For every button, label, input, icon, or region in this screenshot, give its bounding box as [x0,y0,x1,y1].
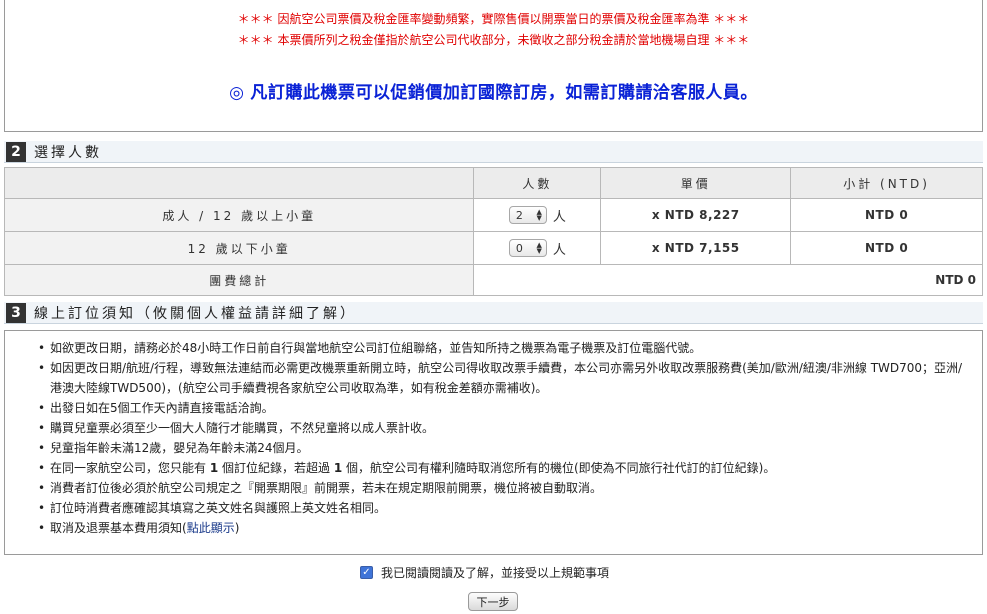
total-label: 團費總計 [3,264,475,296]
section-title: 選擇人數 [34,144,102,161]
qty-unit-label: 人 [552,242,566,258]
rule-count: 1 [333,461,343,475]
child-quantity-select[interactable]: 0 ▲ ▼ [508,239,547,257]
section-number: 2 [6,141,26,162]
show-cancel-fees-link[interactable]: 點此顯示 [187,521,235,535]
table-header-row: 人數 單價 小計 (NTD) [3,167,983,199]
row-label-child: 12 歲以下小童 [3,231,475,265]
rule-text: 取消及退票基本費用須知( [50,521,187,535]
fare-warning-1: ＊＊＊ 因航空公司票價及稅金匯率變動頻繁，實際售價以開票當日的票價及稅金匯率為準… [237,12,750,26]
section-title: 線上訂位須知（攸關個人權益請詳細了解） [34,305,357,322]
fare-warning-2: ＊＊＊ 本票價所列之稅金僅指於航空公司代收部分，未徵收之部分稅金請於當地機場自理… [237,33,750,47]
list-item: 在同一家航空公司，您只能有 1 個訂位紀錄，若超過 1 個，航空公司有權利隨時取… [38,458,972,478]
total-value: NTD 0 [473,264,983,296]
list-item: 購買兒童票必須至少一個大人隨行才能購買，不然兒童將以成人票計收。 [38,418,972,438]
hotel-promo-text: ◎ 凡訂購此機票可以促銷價加訂國際訂房，如需訂購請洽客服人員。 [5,78,982,103]
qty-unit-label: 人 [552,209,566,225]
list-item: 出發日如在5個工作天內請直接電話洽詢。 [38,398,972,418]
fare-notice-box: ＊＊＊ 因航空公司票價及稅金匯率變動頻繁，實際售價以開票當日的票價及稅金匯率為準… [4,0,983,132]
promo-message: 凡訂購此機票可以促銷價加訂國際訂房，如需訂購請洽客服人員。 [250,83,758,103]
header-unit-price: 單價 [600,167,792,199]
adult-subtotal: NTD 0 [790,198,983,232]
list-item: 訂位時消費者應確認其填寫之英文姓名與護照上英文姓名相同。 [38,498,972,518]
section-header-passengers: 2 選擇人數 [4,141,983,163]
rule-text: 個，航空公司有權利隨時取消您所有的機位(即使為不同旅行社代訂的訂位紀錄)。 [342,461,776,475]
list-item: 消費者訂位後必須於航空公司規定之『開票期限』前開票，若未在規定期限前開票，機位將… [38,478,972,498]
rule-count: 1 [209,461,219,475]
booking-rules-box: 如欲更改日期，請務必於48小時工作日前自行與當地航空公司訂位組聯絡，並告知所持之… [4,330,983,555]
rule-text: 在同一家航空公司，您只能有 [50,461,210,475]
adult-unit-price: x NTD 8,227 [600,198,792,232]
rule-text: ) [234,521,240,535]
header-blank [3,167,475,199]
section-header-booking-rules: 3 線上訂位須知（攸關個人權益請詳細了解） [4,302,983,324]
section-number: 3 [6,302,26,323]
list-item: 如因更改日期/航班/行程，導致無法連結而必需更改機票重新開立時，航空公司得收取改… [38,358,972,398]
select-arrows-icon: ▲ ▼ [536,208,542,222]
agree-checkbox[interactable]: ✓ [360,566,373,579]
qty-cell: 0 ▲ ▼ 人 [473,231,602,265]
list-item: 兒童指年齡未滿12歲，嬰兒為年齡未滿24個月。 [38,438,972,458]
rules-list: 如欲更改日期，請務必於48小時工作日前自行與當地航空公司訂位組聯絡，並告知所持之… [30,338,972,538]
list-item: 如欲更改日期，請務必於48小時工作日前自行與當地航空公司訂位組聯絡，並告知所持之… [38,338,972,358]
agree-label[interactable]: 我已閱讀閱讀及了解，並接受以上規範事項 [381,564,609,581]
adult-quantity-select[interactable]: 2 ▲ ▼ [508,206,547,224]
total-row: 團費總計 NTD 0 [3,264,983,296]
header-subtotal: 小計 (NTD) [790,167,983,199]
header-count: 人數 [473,167,602,199]
table-row: 12 歲以下小童 0 ▲ ▼ 人 x NTD 7,155 NTD 0 [3,231,983,265]
adult-quantity-value: 2 [515,208,523,222]
passenger-table: 人數 單價 小計 (NTD) 成人 / 12 歲以上小童 2 ▲ ▼ 人 x NT… [3,167,983,296]
rule-text: 個訂位紀錄，若超過 [218,461,334,475]
child-unit-price: x NTD 7,155 [600,231,792,265]
child-quantity-value: 0 [515,241,523,255]
agreement-row: ✓ 我已閱讀閱讀及了解，並接受以上規範事項 [360,564,609,581]
promo-mark-icon: ◎ [229,83,245,103]
qty-cell: 2 ▲ ▼ 人 [473,198,602,232]
child-subtotal: NTD 0 [790,231,983,265]
row-label-adult: 成人 / 12 歲以上小童 [3,198,475,232]
table-row: 成人 / 12 歲以上小童 2 ▲ ▼ 人 x NTD 8,227 NTD 0 [3,198,983,232]
next-step-button[interactable]: 下一步 [468,592,518,611]
list-item: 取消及退票基本費用須知(點此顯示) [38,518,972,538]
select-arrows-icon: ▲ ▼ [536,241,542,255]
